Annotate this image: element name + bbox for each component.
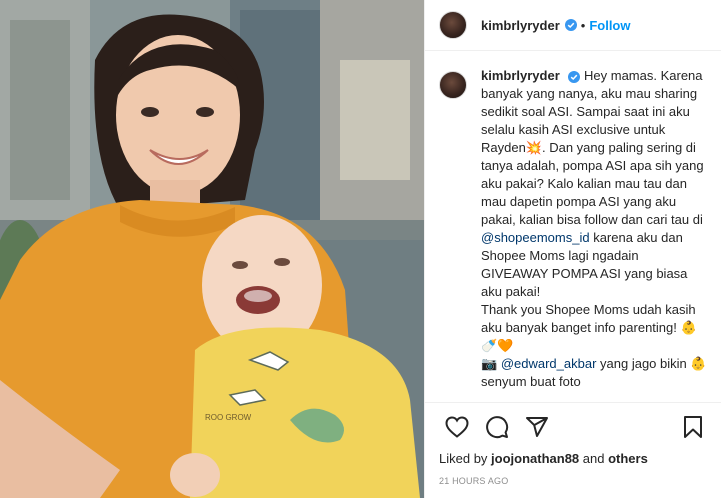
follow-button[interactable]: Follow: [589, 18, 630, 33]
save-button[interactable]: [673, 407, 713, 447]
verified-badge-icon: [564, 19, 577, 31]
likes-mid: and: [579, 451, 609, 466]
comment-button[interactable]: [477, 407, 517, 447]
heart-icon: [445, 415, 469, 438]
mention-link[interactable]: @edward_akbar: [501, 356, 597, 371]
caption-line-2: Thank you Shopee Moms udah kasih aku ban…: [481, 302, 697, 353]
action-bar: [425, 402, 721, 450]
like-button[interactable]: [437, 407, 477, 447]
camera-emoji: 📷: [481, 356, 501, 371]
svg-text:ROO GROW: ROO GROW: [205, 413, 252, 422]
post-photo[interactable]: ROO GROW: [0, 0, 424, 498]
post-header: kimbrlyryder • Follow: [425, 0, 721, 51]
instagram-post: ROO GROW kimbrlyryder • Follow kimbrlyry…: [0, 0, 721, 498]
verified-badge-icon: [568, 70, 581, 83]
comment-icon: [486, 415, 509, 438]
liked-by-user[interactable]: joojonathan88: [491, 451, 579, 466]
caption-line-3: 📷 @edward_akbar yang jago bikin 👶 senyum…: [481, 355, 707, 391]
separator-dot: •: [580, 17, 586, 33]
post-side-panel: kimbrlyryder • Follow kimbrlyryder Hey m…: [424, 0, 721, 498]
avatar[interactable]: [439, 11, 467, 39]
mention-link[interactable]: @shopeemoms_id: [481, 230, 590, 245]
post-age[interactable]: 21 HOURS AGO: [425, 472, 721, 498]
caption-line-1: Hey mamas. Karena banyak yang nanya, aku…: [481, 68, 704, 227]
photo-illustration: ROO GROW: [0, 0, 424, 498]
share-button[interactable]: [517, 407, 557, 447]
comments-section: kimbrlyryder Hey mamas. Karena banyak ya…: [425, 51, 721, 402]
caption-text: kimbrlyryder Hey mamas. Karena banyak ya…: [481, 67, 707, 402]
header-username[interactable]: kimbrlyryder: [481, 18, 560, 33]
bookmark-icon: [684, 416, 702, 438]
caption-username[interactable]: kimbrlyryder: [481, 68, 560, 83]
likes-summary: Liked by joojonathan88 and others: [425, 450, 721, 472]
share-icon: [526, 416, 548, 437]
likes-prefix: Liked by: [439, 451, 492, 466]
caption-comment: kimbrlyryder Hey mamas. Karena banyak ya…: [439, 67, 707, 402]
avatar[interactable]: [439, 71, 467, 99]
likes-others-link[interactable]: others: [608, 451, 648, 466]
